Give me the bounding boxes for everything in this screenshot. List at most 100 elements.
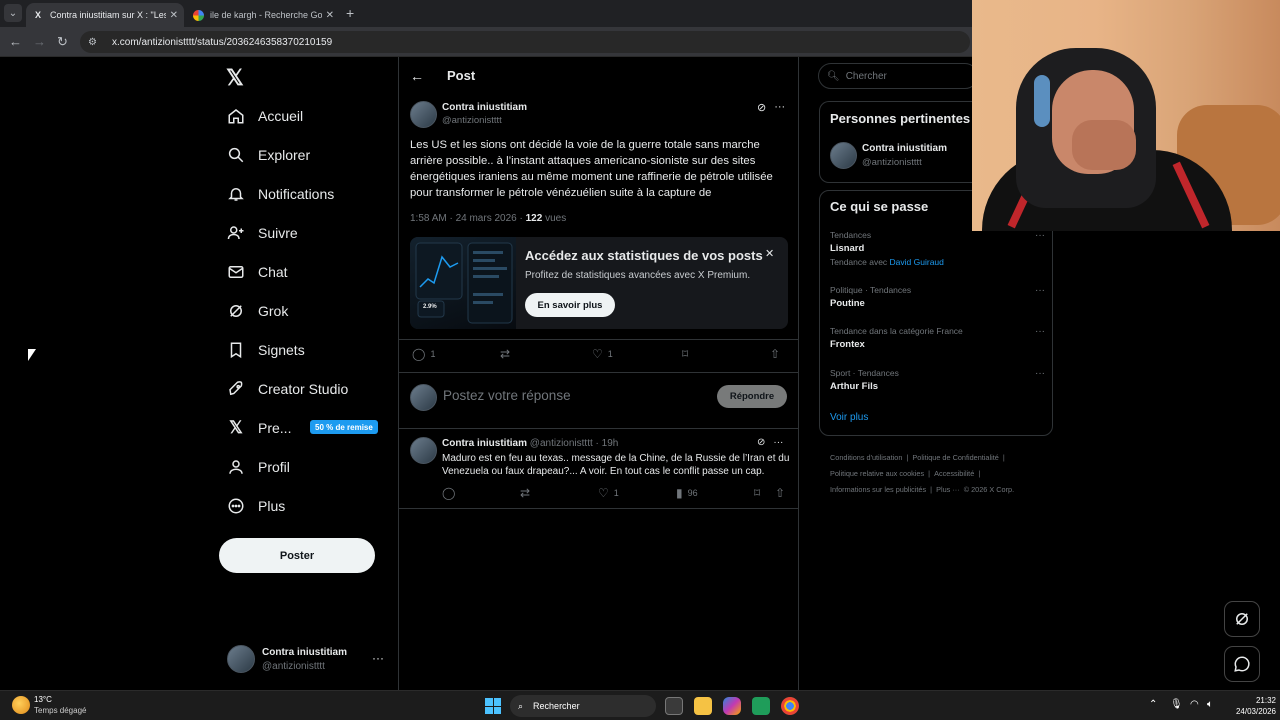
nav-item-chat[interactable]: Chat (226, 258, 288, 286)
footer-link[interactable]: Politique relative aux cookies (830, 469, 924, 478)
grok-fab-button[interactable] (1224, 601, 1260, 637)
reply-action[interactable]: ◯ (442, 486, 455, 500)
new-tab-icon[interactable]: + (346, 5, 354, 21)
reply-submit-button[interactable]: Répondre (717, 385, 787, 408)
premium-analytics-card[interactable]: 2.9% Accédez aux statistiques de vos pos… (410, 237, 788, 329)
trend-item[interactable]: Politique · Tendances Poutine ··· (830, 285, 1045, 309)
file-explorer-icon[interactable] (694, 697, 712, 715)
post-author-avatar[interactable] (410, 101, 437, 128)
repost-action[interactable]: ⇄ (520, 486, 530, 500)
chevron-up-icon[interactable]: ⌃ (1149, 699, 1157, 710)
reply-author-handle[interactable]: @antizionistttt (530, 438, 593, 449)
browser-tab[interactable]: ile de kargh - Recherche Google ✕ (186, 3, 340, 27)
views-action[interactable]: ▮ 96 (676, 486, 698, 500)
more-dots-icon[interactable]: ··· (1035, 326, 1045, 337)
tab-close-icon[interactable]: ✕ (170, 10, 178, 21)
reply-time[interactable]: · 19h (596, 438, 619, 449)
repost-action[interactable]: ⇄ (500, 347, 510, 361)
post-author-handle[interactable]: @antizionistttt (442, 115, 502, 126)
trend-item[interactable]: Tendances Lisnard Tendance avec David Gu… (830, 230, 1045, 267)
panel-title: Personnes pertinentes (830, 111, 971, 126)
nav-item-explore[interactable]: Explorer (226, 141, 310, 169)
like-action[interactable]: ♡ 1 (598, 486, 619, 500)
tab-search-menu-icon[interactable]: ⌄ (4, 4, 22, 22)
trend-context-link[interactable]: David Guiraud (890, 257, 944, 267)
nav-item-notifications[interactable]: Notifications (226, 180, 334, 208)
nav-item-bookmarks[interactable]: Signets (226, 336, 305, 364)
premium-discount-badge[interactable]: 50 % de remise (310, 420, 378, 434)
close-icon[interactable]: ✕ (765, 247, 774, 260)
like-action[interactable]: ♡ 1 (592, 347, 613, 361)
weather-icon[interactable] (12, 696, 30, 714)
nav-label: Signets (258, 342, 305, 358)
post-time[interactable]: 1:58 AM · 24 mars 2026 · (410, 213, 526, 224)
site-info-icon[interactable]: ⚙ (88, 37, 100, 48)
tab-close-icon[interactable]: ✕ (326, 10, 334, 21)
windows-start-icon[interactable] (485, 698, 501, 714)
grok-icon[interactable]: ⊘ (757, 437, 765, 448)
trend-item[interactable]: Tendance dans la catégorie France Fronte… (830, 326, 1045, 350)
x-logo-icon[interactable]: 𝕏 (226, 65, 244, 91)
post-button[interactable]: Poster (219, 538, 375, 573)
nav-item-grok[interactable]: Grok (226, 297, 288, 325)
nav-item-creator-studio[interactable]: Creator Studio (226, 375, 348, 403)
trend-item[interactable]: Sport · Tendances Arthur Fils ··· (830, 368, 1045, 392)
taskbar-search[interactable]: ⌕ Rechercher (510, 695, 656, 717)
messages-fab-button[interactable] (1224, 646, 1260, 682)
person-handle[interactable]: @antizionistttt (862, 157, 922, 168)
app-icon[interactable] (752, 697, 770, 715)
footer-link[interactable]: Politique de Confidentialité (912, 453, 998, 462)
copilot-icon[interactable] (723, 697, 741, 715)
reply-author-avatar[interactable] (410, 437, 437, 464)
reply-input[interactable]: Postez votre réponse (443, 388, 571, 403)
forward-icon[interactable]: → (33, 34, 46, 49)
nav-item-premium[interactable]: 𝕏 Pre... (226, 414, 291, 442)
tab-title: Contra iniustitiam sur X : "Les U (50, 10, 166, 20)
back-arrow-icon[interactable]: ← (410, 68, 424, 84)
more-dots-icon[interactable]: ··· (774, 101, 785, 114)
person-name[interactable]: Contra iniustitiam (862, 143, 947, 154)
nav-item-follow[interactable]: Suivre (226, 219, 298, 247)
reply-author-name[interactable]: Contra iniustitiam (442, 438, 527, 449)
person-avatar[interactable] (830, 142, 857, 169)
account-switcher[interactable]: Contra iniustitiam @antizionistttt ··· (227, 645, 397, 675)
reload-icon[interactable]: ↻ (57, 34, 68, 50)
post-author-name[interactable]: Contra iniustitiam (442, 102, 527, 113)
footer-link[interactable]: Plus ··· (936, 485, 960, 494)
address-bar[interactable]: ⚙ x.com/antizionistttt/status/2036246358… (80, 31, 970, 53)
back-icon[interactable]: ← (9, 34, 22, 49)
weather-temp[interactable]: 13°C (34, 695, 52, 704)
bookmark-action[interactable]: ⌑ (754, 486, 760, 500)
chrome-icon[interactable] (781, 697, 799, 715)
post-meta: 1:58 AM · 24 mars 2026 · 122 vues (410, 213, 566, 224)
nav-item-profile[interactable]: Profil (226, 453, 290, 481)
footer-link[interactable]: Conditions d'utilisation (830, 453, 902, 462)
reply-action[interactable]: ◯ 1 (412, 347, 435, 361)
more-dots-icon[interactable]: ··· (372, 651, 384, 665)
footer-link[interactable]: Informations sur les publicités (830, 485, 926, 494)
system-clock[interactable]: 21:32 24/03/2026 (1226, 695, 1276, 717)
wifi-icon[interactable]: ◠ (1190, 699, 1199, 710)
bookmark-icon: ⌑ (754, 486, 761, 500)
more-dots-icon[interactable]: ··· (773, 437, 783, 448)
share-action[interactable]: ⇧ (770, 347, 780, 361)
browser-tab-active[interactable]: X Contra iniustitiam sur X : "Les U ✕ (26, 3, 184, 27)
grok-icon[interactable]: ⊘ (757, 101, 766, 114)
volume-icon[interactable]: 🔈︎ (1207, 699, 1213, 710)
heart-icon: ♡ (598, 486, 609, 500)
search-input[interactable]: 🔍︎ Chercher (818, 63, 978, 89)
bookmark-action[interactable]: ⌑ (682, 347, 688, 361)
share-action[interactable]: ⇧ (775, 486, 785, 500)
task-view-icon[interactable] (665, 697, 683, 715)
more-dots-icon[interactable]: ··· (1035, 285, 1045, 296)
learn-more-button[interactable]: En savoir plus (525, 293, 615, 317)
nav-item-more[interactable]: Plus (226, 492, 285, 520)
post-text: Les US et les sions ont décidé la voie d… (410, 139, 773, 199)
more-dots-icon[interactable]: ··· (1035, 230, 1045, 241)
more-dots-icon[interactable]: ··· (1035, 368, 1045, 379)
microphone-icon[interactable]: 🎙︎ (1170, 699, 1183, 710)
nav-item-home[interactable]: Accueil (226, 102, 303, 130)
weather-desc[interactable]: Temps dégagé (34, 706, 86, 715)
footer-link[interactable]: Accessibilité (934, 469, 974, 478)
see-more-link[interactable]: Voir plus (830, 412, 868, 423)
